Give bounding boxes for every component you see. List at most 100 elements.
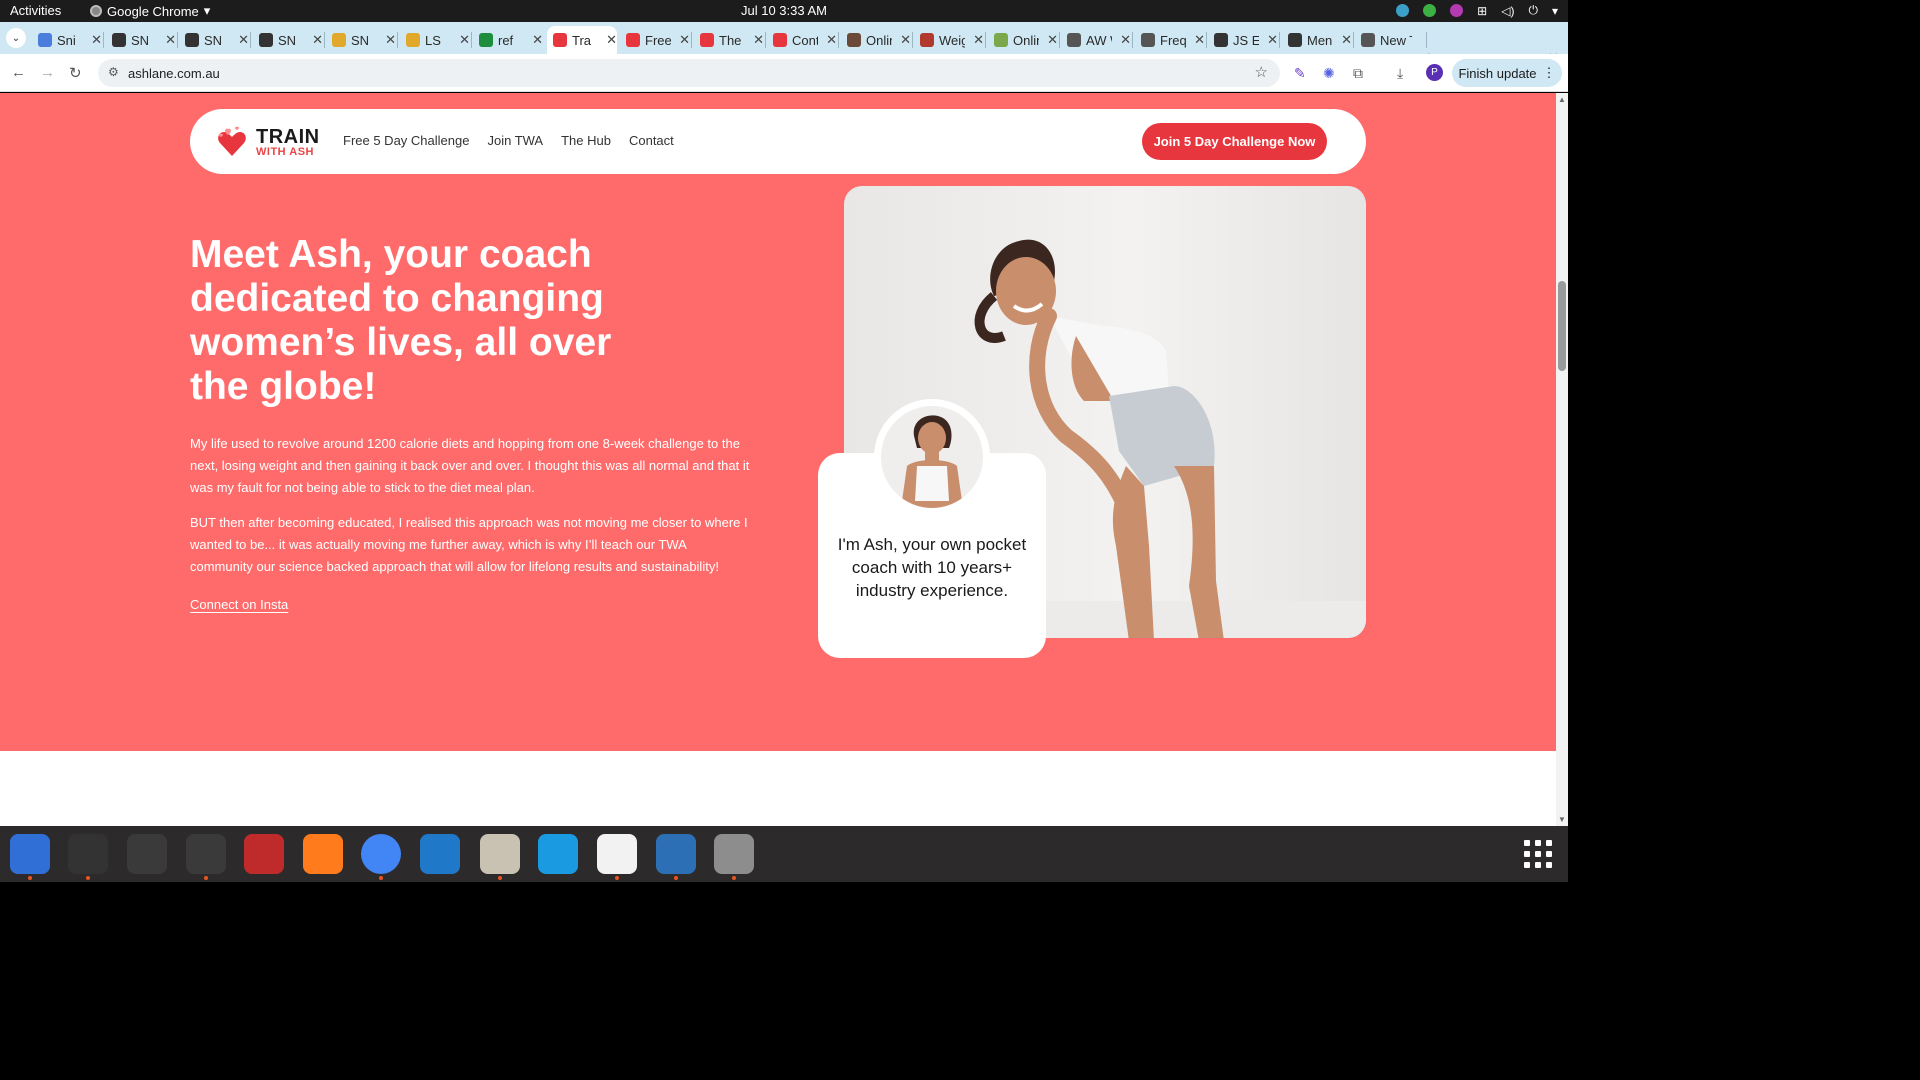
join-challenge-button[interactable]: Join 5 Day Challenge Now	[1142, 123, 1327, 160]
disks-icon[interactable]	[714, 834, 754, 874]
browser-tab[interactable]: The T\ ✕	[694, 26, 764, 54]
url-text[interactable]: ashlane.com.au	[128, 66, 220, 81]
app-indicator-icon[interactable]	[1450, 4, 1464, 17]
browser-tab[interactable]: ref ✕	[473, 26, 543, 54]
browser-tab[interactable]: Weigh ✕	[914, 26, 984, 54]
close-tab-icon[interactable]: ✕	[1047, 32, 1058, 48]
close-tab-icon[interactable]: ✕	[679, 32, 690, 48]
nav-link-contact[interactable]: Contact	[629, 133, 674, 148]
scrollbar-thumb[interactable]	[1558, 281, 1566, 371]
extensions-puzzle-icon[interactable]: ⧉	[1353, 65, 1363, 82]
close-tab-icon[interactable]: ✕	[826, 32, 837, 48]
back-button[interactable]: ←	[11, 64, 26, 81]
forward-button[interactable]: →	[40, 64, 55, 81]
tab-label: SN	[278, 32, 297, 48]
volume-icon[interactable]: ◁)	[1501, 4, 1514, 18]
running-indicator	[379, 876, 383, 880]
tab-search-button[interactable]: ⌄	[6, 28, 26, 48]
browser-tab[interactable]: LS ✕	[400, 26, 470, 54]
close-tab-icon[interactable]: ✕	[312, 32, 323, 48]
power-icon[interactable]: ⏻	[1528, 3, 1538, 18]
close-tab-icon[interactable]: ✕	[606, 32, 617, 48]
network-icon[interactable]: ⊞	[1477, 4, 1487, 18]
browser-tab[interactable]: SN ✕	[179, 26, 249, 54]
browser-tab[interactable]: Online ✕	[841, 26, 911, 54]
scroll-down-icon[interactable]: ▼	[1558, 815, 1566, 824]
gear-extension-icon[interactable]: ✺	[1323, 65, 1335, 82]
close-tab-icon[interactable]: ✕	[459, 32, 470, 48]
more-vert-icon: ⋮	[1542, 65, 1556, 80]
check-icon[interactable]	[1423, 4, 1437, 17]
document-viewer-icon[interactable]	[656, 834, 696, 874]
nav-link-join-twa[interactable]: Join TWA	[487, 133, 543, 148]
firefox-icon[interactable]	[303, 834, 343, 874]
browser-tab[interactable]: SN ✕	[106, 26, 176, 54]
calculator-icon[interactable]	[127, 834, 167, 874]
close-tab-icon[interactable]: ✕	[973, 32, 984, 48]
scroll-up-icon[interactable]: ▲	[1558, 95, 1566, 104]
chevron-down-icon[interactable]: ▾	[1552, 4, 1558, 18]
system-monitor-icon[interactable]	[186, 834, 226, 874]
hero-section: TRAIN WITH ASH Free 5 Day Challenge Join…	[0, 93, 1556, 751]
files-icon[interactable]	[480, 834, 520, 874]
browser-tab[interactable]: AW W ✕	[1061, 26, 1131, 54]
download-icon[interactable]: ⤓	[1397, 65, 1403, 82]
browser-tab[interactable]: Free 5 ✕	[620, 26, 690, 54]
close-tab-icon[interactable]: ✕	[91, 32, 102, 48]
filezilla-icon[interactable]	[244, 834, 284, 874]
close-tab-icon[interactable]: ✕	[1194, 32, 1205, 48]
site-logo[interactable]: TRAIN WITH ASH	[216, 126, 320, 158]
snp-icon	[259, 33, 273, 47]
close-tab-icon[interactable]: ✕	[385, 32, 396, 48]
show-apps-icon[interactable]	[1524, 840, 1552, 868]
close-tab-icon[interactable]: ✕	[165, 32, 176, 48]
running-indicator	[28, 876, 32, 880]
thunderbird-icon[interactable]	[10, 834, 50, 874]
browser-tab[interactable]: Online ✕	[988, 26, 1058, 54]
page-scrollbar[interactable]: ▲ ▼	[1556, 93, 1568, 826]
nav-link-the-hub[interactable]: The Hub	[561, 133, 611, 148]
chrome-icon[interactable]	[361, 834, 401, 874]
close-tab-icon[interactable]: ✕	[1267, 32, 1278, 48]
browser-tab[interactable]: Tra ✕	[547, 26, 617, 54]
browser-tab[interactable]: New T	[1355, 26, 1425, 54]
nav-link-free-challenge[interactable]: Free 5 Day Challenge	[343, 133, 469, 148]
clock[interactable]: Jul 10 3:33 AM	[741, 3, 827, 18]
close-tab-icon[interactable]: ✕	[1341, 32, 1352, 48]
sync-icon[interactable]	[1396, 4, 1410, 17]
coach-card-text: I'm Ash, your own pocket coach with 10 y…	[837, 535, 1027, 600]
browser-tab[interactable]: SN ✕	[253, 26, 323, 54]
tab-label: Online	[1013, 32, 1039, 48]
browser-tab[interactable]: Sni ✕	[32, 26, 102, 54]
intro-paragraph: My life used to revolve around 1200 calo…	[190, 436, 750, 495]
close-tab-icon[interactable]: ✕	[532, 32, 543, 48]
close-tab-icon[interactable]: ✕	[238, 32, 249, 48]
system-tray[interactable]: ⊞ ◁) ⏻ ▾	[1396, 3, 1558, 18]
person-icon	[847, 33, 861, 47]
close-tab-icon[interactable]: ✕	[1120, 32, 1131, 48]
app-menu[interactable]: Google Chrome ▾	[90, 3, 210, 19]
finish-update-button[interactable]: Finish update ⋮	[1452, 59, 1562, 87]
text-editor-icon[interactable]	[597, 834, 637, 874]
browser-tab[interactable]: JS Elit ✕	[1208, 26, 1278, 54]
browser-tab[interactable]: Men's ✕	[1282, 26, 1352, 54]
reload-button[interactable]: ↻	[69, 64, 82, 82]
browser-tab[interactable]: SN ✕	[326, 26, 396, 54]
skype-icon[interactable]	[538, 834, 578, 874]
close-tab-icon[interactable]: ✕	[753, 32, 764, 48]
browser-tab[interactable]: Conta ✕	[767, 26, 837, 54]
hearts-logo-icon	[218, 126, 246, 156]
site-info-icon[interactable]: ⚙	[108, 65, 119, 79]
bookmark-star-icon[interactable]: ☆	[1255, 63, 1268, 81]
profile-avatar[interactable]: P	[1426, 64, 1443, 81]
tab-separator	[1353, 32, 1354, 48]
address-bar[interactable]: ⚙ ashlane.com.au ☆	[98, 59, 1280, 87]
vscode-icon[interactable]	[420, 834, 460, 874]
pen-extension-icon[interactable]: ✎	[1294, 65, 1306, 82]
close-tab-icon[interactable]: ✕	[900, 32, 911, 48]
connect-insta-link[interactable]: Connect on Insta	[190, 597, 288, 612]
terminal-icon[interactable]	[68, 834, 108, 874]
browser-tab[interactable]: Frequ ✕	[1135, 26, 1205, 54]
app-name: Google Chrome	[107, 3, 199, 19]
activities-button[interactable]: Activities	[10, 3, 61, 18]
